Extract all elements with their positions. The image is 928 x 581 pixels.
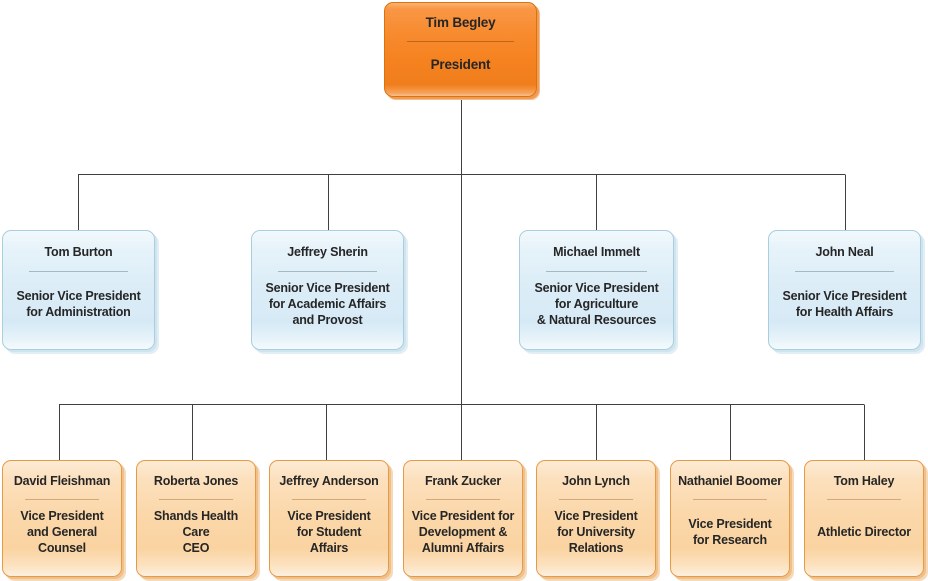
- node-svp-administration[interactable]: Tom Burton Senior Vice President for Adm…: [2, 230, 155, 350]
- node-vp-student-affairs[interactable]: Jeffrey Anderson Vice President for Stud…: [269, 460, 389, 577]
- node-athletic-director[interactable]: Tom Haley Athletic Director: [804, 460, 924, 577]
- node-title: Roberta Jones: [153, 474, 239, 488]
- node-role: Vice President for Student Affairs: [287, 509, 371, 556]
- node-vp-general-counsel[interactable]: David Fleishman Vice President and Gener…: [2, 460, 122, 577]
- node-title: Michael Immelt: [553, 245, 640, 259]
- node-role: President: [430, 57, 491, 73]
- node-title: David Fleishman: [13, 474, 111, 488]
- node-title: Tom Burton: [44, 245, 113, 259]
- node-shands-health-care-ceo[interactable]: Roberta Jones Shands Health Care CEO: [136, 460, 256, 577]
- node-svp-health-affairs[interactable]: John Neal Senior Vice President for Heal…: [768, 230, 921, 350]
- node-title: Jeffrey Sherin: [287, 245, 368, 259]
- node-vp-research[interactable]: Nathaniel Boomer Vice President for Rese…: [670, 460, 790, 577]
- node-title: Frank Zucker: [424, 474, 502, 488]
- node-title: Jeffrey Anderson: [279, 474, 379, 488]
- node-role: Senior Vice President for Academic Affai…: [265, 281, 390, 328]
- node-role: Vice President for University Relations: [554, 509, 638, 556]
- node-role: Vice President for Development & Alumni …: [411, 509, 515, 556]
- node-title: John Lynch: [562, 474, 630, 488]
- node-vp-development-alumni-affairs[interactable]: Frank Zucker Vice President for Developm…: [403, 460, 523, 577]
- org-chart: Tim Begley President Tom Burton Senior V…: [0, 0, 928, 581]
- node-president[interactable]: Tim Begley President: [384, 2, 537, 97]
- node-svp-academic-affairs[interactable]: Jeffrey Sherin Senior Vice President for…: [251, 230, 404, 350]
- node-role: Senior Vice President for Health Affairs: [782, 289, 907, 320]
- node-svp-agriculture[interactable]: Michael Immelt Senior Vice President for…: [519, 230, 674, 350]
- node-vp-university-relations[interactable]: John Lynch Vice President for University…: [536, 460, 656, 577]
- node-role: Shands Health Care CEO: [153, 509, 239, 556]
- node-title: Nathaniel Boomer: [678, 474, 782, 488]
- node-role: Senior Vice President for Administration: [16, 289, 141, 320]
- node-title: Tim Begley: [425, 15, 496, 30]
- node-role: Vice President and General Counsel: [20, 509, 104, 556]
- node-role: Vice President for Research: [688, 517, 772, 548]
- node-title: Tom Haley: [833, 474, 895, 488]
- node-role: Senior Vice President for Agriculture & …: [534, 281, 659, 328]
- node-title: John Neal: [815, 245, 874, 259]
- node-role: Athletic Director: [817, 525, 911, 540]
